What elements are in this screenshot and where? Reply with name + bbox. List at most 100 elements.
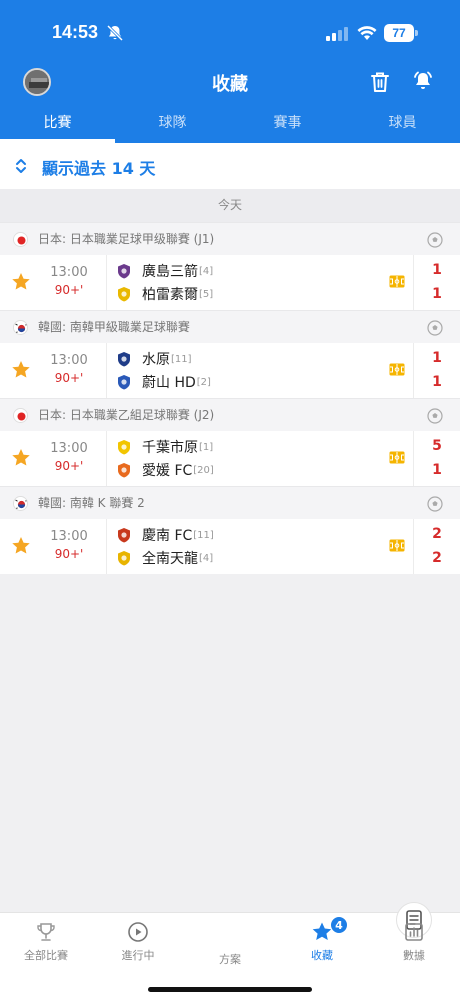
live-field-icon[interactable] [389,363,405,376]
match-row[interactable]: 13:00 90+' 千葉市原 [1] 愛媛 FC [20] 5 1 [0,431,460,486]
team-logo-icon [116,527,142,543]
team-logo-icon [116,439,142,455]
japan-flag-icon [13,408,28,423]
league-header[interactable]: 韓國: 南韓 K 聯賽 2 [0,486,460,519]
nav-favorites[interactable]: 收藏 [276,913,368,963]
team-logo-icon [116,550,142,566]
favorite-star-icon[interactable] [11,448,31,468]
team-name: 千葉市原 [142,440,198,456]
signal-icon [326,27,348,41]
home-team: 千葉市原 [1] [116,437,213,457]
league-header[interactable]: 日本: 日本職業足球甲级聯賽 (J1) [0,222,460,255]
nav-label: 收藏 [311,949,333,962]
away-score: 2 [432,550,442,566]
home-indicator [148,987,312,992]
korea-flag-icon [13,496,28,511]
tab-competitions[interactable]: 賽事 [230,108,345,143]
away-score: 1 [432,286,442,302]
live-field-icon[interactable] [389,451,405,464]
wifi-icon [357,26,377,40]
date-range-label: 顯示過去 14 天 [42,159,156,178]
team-name: 愛媛 FC [142,463,193,479]
nav-stats[interactable]: 數據 [368,913,460,963]
team-rank: [20] [193,464,214,476]
favorite-star-icon[interactable] [11,360,31,380]
home-score: 1 [432,262,442,278]
team-rank: [11] [193,529,214,541]
team-logo-icon [116,351,142,367]
kickoff-time: 13:00 [50,353,88,368]
team-logo-icon [116,286,142,302]
nav-all-matches[interactable]: 全部比賽 [0,913,92,963]
page-title: 收藏 [212,74,248,95]
korea-flag-icon [13,320,28,335]
notification-bell-icon[interactable] [412,70,434,92]
app-header: 14:53 77 收藏 比賽 球隊 賽事 球員 [0,0,460,143]
match-minute: 90+' [54,371,84,385]
trash-icon[interactable] [370,71,390,93]
home-team: 廣島三箭 [4] [116,261,213,281]
favorite-star-icon[interactable] [11,536,31,556]
home-team: 水原 [11] [116,349,192,369]
nav-label: 進行中 [121,949,155,962]
match-row[interactable]: 13:00 90+' 慶南 FC [11] 全南天龍 [4] 2 2 [0,519,460,574]
live-field-icon[interactable] [389,275,405,288]
match-row[interactable]: 13:00 90+' 水原 [11] 蔚山 HD [2] 1 1 [0,343,460,398]
away-team: 愛媛 FC [20] [116,460,214,480]
kickoff-time: 13:00 [50,441,88,456]
team-rank: [4] [199,552,214,564]
date-range-toggle[interactable]: 顯示過去 14 天 [0,143,460,189]
league-name: 日本: 日本職業乙組足球聯賽 (J2) [38,408,215,422]
team-logo-icon [116,374,142,390]
bell-off-icon [106,24,124,42]
match-row[interactable]: 13:00 90+' 廣島三箭 [4] 柏雷素爾 [5] 1 1 [0,255,460,310]
team-logo-icon [116,462,142,478]
soccer-ball-icon[interactable] [427,320,443,336]
nav-label: 數據 [403,949,425,962]
expand-collapse-icon [16,159,26,173]
away-score: 1 [432,374,442,390]
trophy-icon [37,923,55,941]
tab-players[interactable]: 球員 [345,108,460,143]
soccer-ball-icon[interactable] [427,408,443,424]
away-team: 蔚山 HD [2] [116,372,211,392]
soccer-ball-icon[interactable] [427,232,443,248]
team-rank: [11] [171,353,192,365]
japan-flag-icon [13,232,28,247]
away-team: 柏雷素爾 [5] [116,284,213,304]
stats-icon [405,923,423,941]
live-field-icon[interactable] [389,539,405,552]
league-name: 韓國: 南韓甲級職業足球聯賽 [38,320,190,334]
favorite-star-icon[interactable] [11,272,31,292]
kickoff-time: 13:00 [50,265,88,280]
match-list: 日本: 日本職業足球甲级聯賽 (J1) 13:00 90+' 廣島三箭 [4] 柏雷素爾[… [0,222,460,574]
team-rank: [1] [199,441,214,453]
nav-plans[interactable]: 方案 [184,902,432,967]
team-name: 慶南 FC [142,528,193,544]
tab-matches[interactable]: 比賽 [0,108,115,143]
home-score: 2 [432,526,442,542]
team-name: 蔚山 HD [142,375,196,391]
favorites-count-badge: 4 [330,916,348,934]
soccer-ball-icon[interactable] [427,496,443,512]
team-rank: [5] [199,288,214,300]
battery-indicator: 77 [384,24,418,42]
match-minute: 90+' [54,459,84,473]
team-name: 柏雷素爾 [142,287,198,303]
league-name: 日本: 日本職業足球甲级聯賽 (J1) [38,232,215,246]
away-team: 全南天龍 [4] [116,548,213,568]
match-minute: 90+' [54,283,84,297]
tab-bar: 比賽 球隊 賽事 球員 [0,108,460,143]
tab-teams[interactable]: 球隊 [115,108,230,143]
nav-live[interactable]: 進行中 [92,913,184,963]
league-name: 韓國: 南韓 K 聯賽 2 [38,496,145,510]
home-score: 1 [432,350,442,366]
home-score: 5 [432,438,442,454]
kickoff-time: 13:00 [50,529,88,544]
nav-label: 全部比賽 [24,949,68,962]
match-minute: 90+' [54,547,84,561]
league-header[interactable]: 韓國: 南韓甲級職業足球聯賽 [0,310,460,343]
team-rank: [2] [196,376,211,388]
team-logo-icon [116,263,142,279]
league-header[interactable]: 日本: 日本職業乙組足球聯賽 (J2) [0,398,460,431]
